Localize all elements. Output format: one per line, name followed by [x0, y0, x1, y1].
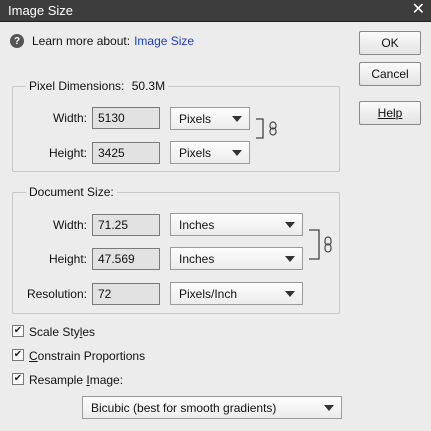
pixel-dimensions-size: 50.3M: [131, 79, 166, 93]
chevron-down-icon: [285, 256, 295, 262]
pixel-width-label: Width:: [52, 111, 87, 125]
doc-width-input[interactable]: 71.25: [92, 214, 160, 236]
doc-width-label: Width:: [52, 218, 87, 232]
cancel-button[interactable]: Cancel: [359, 62, 421, 86]
doc-height-input[interactable]: 47.569: [92, 248, 160, 270]
chevron-down-icon: [232, 150, 242, 156]
constrain-proportions-label: Constrain Proportions: [29, 349, 146, 363]
help-icon: ?: [10, 34, 24, 48]
pixel-height-unit-select[interactable]: Pixels: [170, 141, 250, 164]
document-size-title: Document Size:: [29, 185, 114, 199]
ok-button-label: OK: [381, 36, 399, 50]
doc-height-unit-select[interactable]: Inches: [170, 247, 303, 270]
resolution-unit-select[interactable]: Pixels/Inch: [170, 282, 303, 305]
pixel-width-unit-value: Pixels: [179, 112, 212, 126]
learn-more-prefix: Learn more about:: [32, 34, 131, 48]
title-bar: Image Size ✕: [0, 0, 431, 22]
resample-image-label: Resample Image:: [29, 373, 124, 387]
cancel-button-label: Cancel: [371, 67, 409, 81]
scale-styles-checkbox[interactable]: ✔: [12, 325, 24, 337]
doc-width-unit-value: Inches: [179, 218, 215, 232]
constrain-proportions-checkbox[interactable]: ✔: [12, 349, 24, 361]
pixel-height-label: Height:: [48, 146, 87, 160]
constrain-link-icon: [256, 118, 277, 139]
resample-method-value: Bicubic (best for smooth gradients): [91, 401, 277, 415]
resolution-unit-value: Pixels/Inch: [179, 287, 238, 301]
learn-more-row: ? Learn more about: Image Size: [10, 32, 194, 50]
pixel-height-unit-value: Pixels: [179, 146, 212, 160]
chevron-down-icon: [232, 116, 242, 122]
pixel-dimensions-title: Pixel Dimensions:: [29, 79, 125, 93]
learn-more-link[interactable]: Image Size: [134, 34, 194, 48]
resolution-input[interactable]: 72: [92, 283, 160, 305]
pixel-width-input[interactable]: 5130: [92, 107, 160, 129]
constrain-link-icon: [309, 229, 332, 260]
close-icon[interactable]: ✕: [412, 0, 425, 20]
help-button[interactable]: Help: [359, 101, 421, 125]
window-title: Image Size: [8, 3, 74, 18]
help-button-label: Help: [377, 106, 403, 120]
ok-button[interactable]: OK: [359, 31, 421, 55]
doc-height-label: Height:: [48, 252, 87, 266]
resample-image-checkbox[interactable]: ✔: [12, 373, 24, 385]
resample-method-select[interactable]: Bicubic (best for smooth gradients): [82, 396, 342, 419]
chevron-down-icon: [285, 222, 295, 228]
pixel-width-unit-select[interactable]: Pixels: [170, 107, 250, 130]
document-size-legend: Document Size:: [26, 185, 117, 199]
pixel-height-input[interactable]: 3425: [92, 142, 160, 164]
doc-height-unit-value: Inches: [179, 252, 215, 266]
chevron-down-icon: [324, 405, 334, 411]
resolution-label: Resolution:: [26, 287, 87, 301]
chevron-down-icon: [285, 291, 295, 297]
scale-styles-label: Scale Styles: [29, 325, 96, 339]
pixel-dimensions-legend: Pixel Dimensions: 50.3M: [26, 79, 169, 93]
doc-width-unit-select[interactable]: Inches: [170, 213, 303, 236]
